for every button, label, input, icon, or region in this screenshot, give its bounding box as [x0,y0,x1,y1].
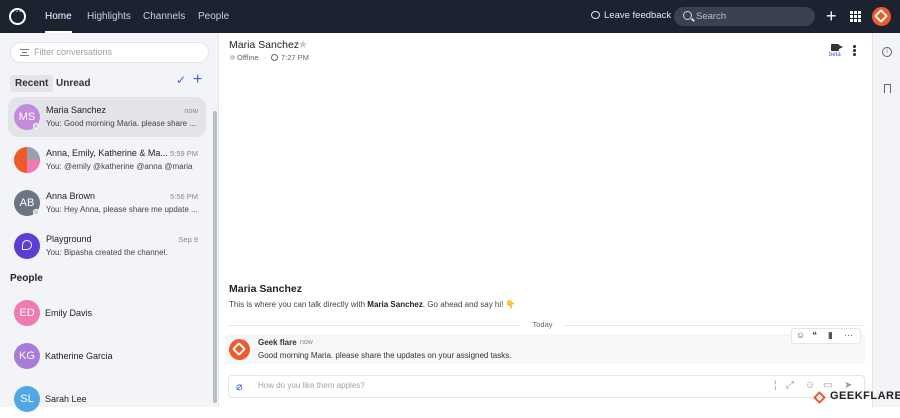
leave-feedback-button[interactable]: Leave feedback [591,10,671,21]
group-avatar-segment [27,147,40,160]
group-avatar [14,147,40,173]
person-item[interactable]: KG Katherine Garcia [8,337,206,375]
filter-conversations-input[interactable] [34,47,204,57]
person-item[interactable]: SL Sarah Lee [8,380,206,418]
message-author: Geek flare [258,338,297,347]
search-input[interactable] [696,10,806,23]
conversation-time: 5:56 PM [170,192,198,201]
presence-indicator [33,209,39,215]
conversation-time: Sep 9 [178,235,198,244]
favorite-star-icon[interactable]: ★ [298,38,308,51]
conversation-name: Playground [46,234,92,244]
conversation-name: Maria Sanchez [46,105,107,115]
message-input[interactable] [258,381,728,390]
expand-icon[interactable]: ⤢ [786,380,794,391]
search-icon [683,11,692,20]
message-avatar [229,339,250,360]
message-item[interactable]: Geek flare now Good morning Maria. pleas… [225,328,865,364]
date-divider: Today [520,320,565,329]
message-text: Good morning Maria. please share the upd… [258,351,512,360]
attachment-icon[interactable]: ⌀ [236,380,243,393]
new-conversation-plus-icon[interactable]: + [193,72,202,88]
video-call-icon[interactable] [831,44,843,51]
bookmark-message-icon[interactable]: ▮ [828,330,833,341]
video-beta-label: beta [829,52,841,58]
conversation-name: Anna Brown [46,191,96,201]
conversation-preview: You: Good morning Maria. please share ..… [46,119,197,128]
sidebar-scrollbar[interactable] [213,111,217,403]
conversation-preview: You: @emily @katherine @anna @maria [46,162,193,171]
top-navigation-bar: Home Highlights Channels People Leave fe… [0,0,900,33]
conversation-time: 5:59 PM [170,149,198,158]
conversation-item[interactable]: Playground Sep 9 You: Bipasha created th… [8,226,206,266]
leave-feedback-label: Leave feedback [604,10,672,21]
mark-read-check-icon[interactable]: ✓ [176,74,186,86]
clock-icon [271,54,278,61]
geekflare-logo-icon [231,341,247,357]
apps-grid-icon[interactable] [850,11,861,22]
nav-people[interactable]: People [198,0,229,33]
filter-icon [20,49,29,56]
intro-bold-name: Maria Sanchez [367,300,423,309]
message-composer[interactable]: ⌀ ¦ ⤢ ☺ ▭ ➤ [228,375,865,398]
conversation-preview: You: Hey Anna, please share me update ..… [46,205,198,214]
bookmark-icon[interactable] [884,84,891,93]
avatar: SL [14,386,40,412]
chat-title: Maria Sanchez [229,39,300,51]
person-name: Sarah Lee [45,394,87,404]
status-separator: · [264,53,267,62]
person-name: Emily Davis [45,308,93,318]
status-dot [230,55,235,60]
format-icon[interactable]: ¦ [774,380,777,391]
create-plus-icon[interactable]: + [826,7,838,25]
geekflare-logo-icon [873,8,889,24]
conversation-item[interactable]: AB Anna Brown 5:56 PM You: Hey Anna, ple… [8,183,206,223]
tab-unread[interactable]: Unread [51,75,95,92]
group-avatar-segment [27,160,40,173]
quote-icon[interactable]: ❝ [812,330,817,341]
intro-suffix: . Go ahead and say hi! 👇 [422,300,516,309]
info-icon[interactable]: i [882,47,892,57]
avatar: KG [14,343,40,369]
status-text: Offline [237,53,259,62]
conversation-item[interactable]: Anna, Emily, Katherine & Ma... 5:59 PM Y… [8,140,206,180]
search-box[interactable] [674,7,815,26]
app-logo-icon[interactable] [9,6,26,25]
intro-text: This is where you can talk directly with… [229,300,516,309]
more-options-icon[interactable] [853,45,856,57]
add-reaction-icon[interactable]: ☺ [796,330,805,340]
person-item[interactable]: ED Emily Davis [8,294,206,332]
more-actions-icon[interactable]: ··· [844,330,853,340]
feedback-bubble-icon [591,11,600,19]
channel-avatar [14,233,40,259]
user-avatar[interactable] [872,7,891,26]
nav-home[interactable]: Home [45,0,72,33]
local-time: 7:27 PM [281,53,309,62]
intro-name: Maria Sanchez [229,283,302,295]
conversation-time: now [184,106,198,115]
right-rail: i [872,33,900,407]
message-actions: ☺ ❝ ▮ ··· [791,328,861,344]
intro-prefix: This is where you can talk directly with [229,300,368,309]
filter-conversations-box[interactable] [10,42,209,63]
nav-highlights[interactable]: Highlights [87,0,131,33]
tab-recent[interactable]: Recent [10,75,54,92]
conversation-name: Anna, Emily, Katherine & Ma... [46,148,168,158]
person-name: Katherine Garcia [45,351,113,361]
conversation-sidebar: Recent Unread ✓ + MS Maria Sanchez now Y… [0,33,219,412]
nav-channels[interactable]: Channels [143,0,185,33]
avatar: ED [14,300,40,326]
emoji-icon[interactable]: ☺ [805,380,815,391]
chat-header: Maria Sanchez ★ Offline · 7:27 PM beta [220,33,872,69]
channel-chat-icon [22,240,32,250]
watermark-text: GEEKFLARE [830,390,900,402]
presence-indicator [33,123,39,129]
people-section-title: People [10,273,43,284]
conversation-item[interactable]: MS Maria Sanchez now You: Good morning M… [8,97,206,137]
conversation-preview: You: Bipasha created the channel. [46,248,168,257]
message-time: now [300,339,313,346]
